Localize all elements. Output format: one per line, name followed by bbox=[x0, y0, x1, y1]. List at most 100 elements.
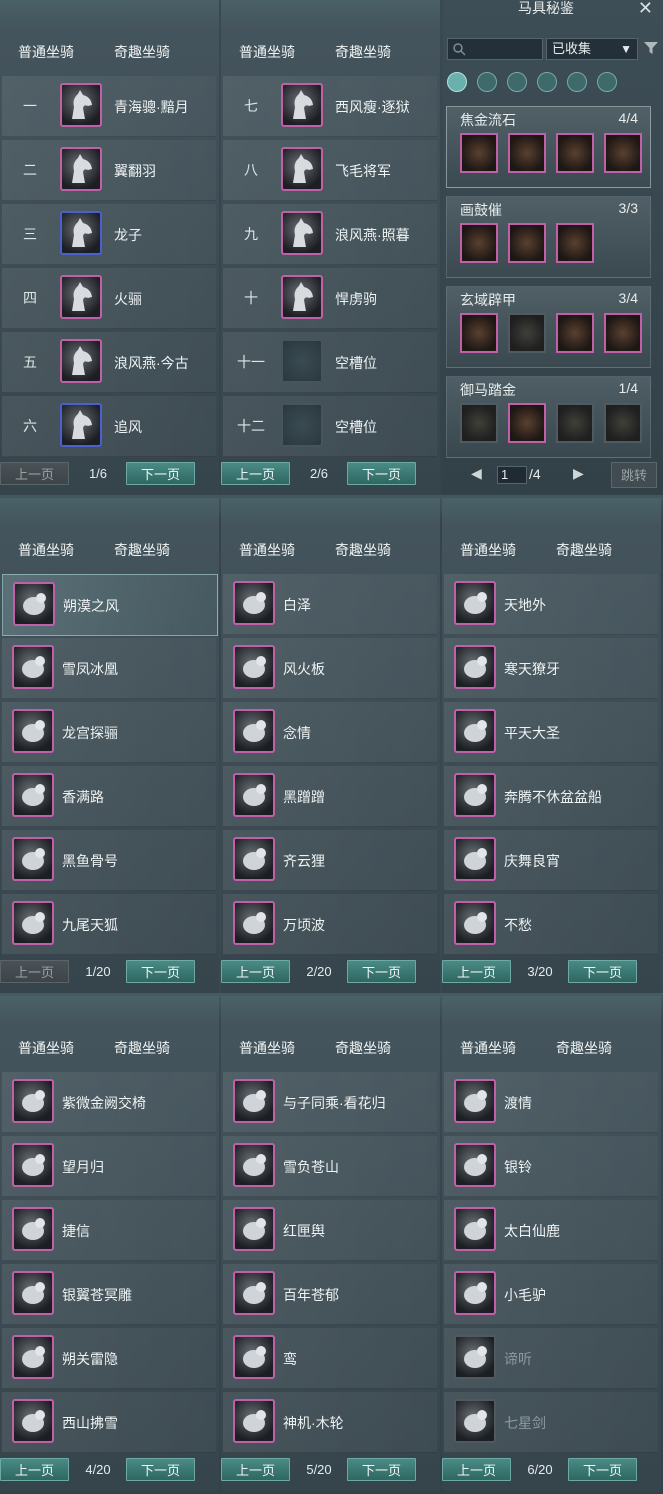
mount-row[interactable]: 白泽 bbox=[223, 574, 437, 635]
mount-row[interactable]: 九尾天狐 bbox=[2, 894, 216, 955]
tab-fun-mounts[interactable]: 奇趣坐骑 bbox=[556, 540, 612, 560]
mount-row[interactable]: 捷信 bbox=[2, 1200, 216, 1261]
mount-row[interactable]: 七 西风瘦·逐狱 bbox=[223, 76, 437, 137]
tab-normal-mounts[interactable]: 普通坐骑 bbox=[18, 540, 74, 560]
mount-row[interactable]: 黑鱼骨号 bbox=[2, 830, 216, 891]
next-page-button[interactable]: 下一页 bbox=[347, 462, 416, 485]
gear-piece-icon[interactable] bbox=[508, 223, 546, 263]
gear-piece-icon[interactable] bbox=[508, 403, 546, 443]
next-page-button[interactable]: 下一页 bbox=[568, 1458, 637, 1481]
tab-fun-mounts[interactable]: 奇趣坐骑 bbox=[114, 1038, 170, 1058]
mount-row[interactable]: 九 浪风燕·照暮 bbox=[223, 204, 437, 265]
tab-fun-mounts[interactable]: 奇趣坐骑 bbox=[335, 42, 391, 62]
tab-fun-mounts[interactable]: 奇趣坐骑 bbox=[114, 540, 170, 560]
tab-normal-mounts[interactable]: 普通坐骑 bbox=[460, 540, 516, 560]
next-page-button[interactable]: 下一页 bbox=[126, 462, 195, 485]
tab-normal-mounts[interactable]: 普通坐骑 bbox=[239, 1038, 295, 1058]
mount-row[interactable]: 太白仙鹿 bbox=[444, 1200, 658, 1261]
mount-row[interactable]: 风火板 bbox=[223, 638, 437, 699]
mount-row[interactable]: 渡情 bbox=[444, 1072, 658, 1133]
prev-page-button[interactable]: 上一页 bbox=[221, 960, 290, 983]
mount-row[interactable]: 庆舞良宵 bbox=[444, 830, 658, 891]
prev-page-button[interactable]: 上一页 bbox=[221, 462, 290, 485]
mount-row[interactable]: 齐云狸 bbox=[223, 830, 437, 891]
gear-set-card[interactable]: 焦金流石 4/4 bbox=[446, 106, 651, 188]
gear-piece-icon[interactable] bbox=[556, 133, 594, 173]
prev-page-button[interactable]: 上一页 bbox=[0, 462, 69, 485]
tab-fun-mounts[interactable]: 奇趣坐骑 bbox=[335, 540, 391, 560]
mount-row[interactable]: 十 悍虏驹 bbox=[223, 268, 437, 329]
mount-row[interactable]: 一 青海骢·黯月 bbox=[2, 76, 216, 137]
search-input[interactable] bbox=[447, 38, 543, 60]
mount-row[interactable]: 与子同乘·看花归 bbox=[223, 1072, 437, 1133]
mount-row[interactable]: 十一 空槽位 bbox=[223, 332, 437, 393]
mount-row[interactable]: 三 龙子 bbox=[2, 204, 216, 265]
tab-normal-mounts[interactable]: 普通坐骑 bbox=[18, 42, 74, 62]
gear-piece-icon[interactable] bbox=[604, 403, 642, 443]
next-page-button[interactable]: 下一页 bbox=[126, 960, 195, 983]
mount-row[interactable]: 西山拂雪 bbox=[2, 1392, 216, 1453]
mount-row[interactable]: 银翼苍冥雕 bbox=[2, 1264, 216, 1325]
gear-piece-icon[interactable] bbox=[460, 313, 498, 353]
gear-piece-icon[interactable] bbox=[556, 313, 594, 353]
gear-set-card[interactable]: 御马踏金 1/4 bbox=[446, 376, 651, 458]
mount-row[interactable]: 香满路 bbox=[2, 766, 216, 827]
mount-row[interactable]: 望月归 bbox=[2, 1136, 216, 1197]
tab-normal-mounts[interactable]: 普通坐骑 bbox=[460, 1038, 516, 1058]
mount-row[interactable]: 万顷波 bbox=[223, 894, 437, 955]
gear-piece-icon[interactable] bbox=[460, 223, 498, 263]
next-page-button[interactable]: 下一页 bbox=[347, 1458, 416, 1481]
prev-page-arrow[interactable]: ◀ bbox=[471, 465, 482, 482]
mount-row[interactable]: 平天大圣 bbox=[444, 702, 658, 763]
prev-page-button[interactable]: 上一页 bbox=[442, 1458, 511, 1481]
mount-row[interactable]: 红匣舆 bbox=[223, 1200, 437, 1261]
tab-normal-mounts[interactable]: 普通坐骑 bbox=[239, 42, 295, 62]
mount-row[interactable]: 朔漠之风 bbox=[2, 574, 218, 636]
mount-row[interactable]: 五 浪风燕·今古 bbox=[2, 332, 216, 393]
mount-row[interactable]: 八 飞毛将军 bbox=[223, 140, 437, 201]
armor-icon[interactable] bbox=[537, 72, 557, 92]
gear-piece-icon[interactable] bbox=[508, 133, 546, 173]
next-page-button[interactable]: 下一页 bbox=[126, 1458, 195, 1481]
tab-fun-mounts[interactable]: 奇趣坐骑 bbox=[556, 1038, 612, 1058]
tab-normal-mounts[interactable]: 普通坐骑 bbox=[18, 1038, 74, 1058]
mount-row[interactable]: 鸾 bbox=[223, 1328, 437, 1389]
mount-row[interactable]: 紫微金阙交椅 bbox=[2, 1072, 216, 1133]
gear-piece-icon[interactable] bbox=[460, 133, 498, 173]
next-page-button[interactable]: 下一页 bbox=[347, 960, 416, 983]
tab-fun-mounts[interactable]: 奇趣坐骑 bbox=[335, 1038, 391, 1058]
mount-row[interactable]: 龙宫探骊 bbox=[2, 702, 216, 763]
prev-page-button[interactable]: 上一页 bbox=[0, 960, 69, 983]
stirrup-icon[interactable] bbox=[597, 72, 617, 92]
mount-row[interactable]: 二 翼翻羽 bbox=[2, 140, 216, 201]
list-icon[interactable] bbox=[447, 72, 467, 92]
mount-row[interactable]: 奔腾不休盆盆船 bbox=[444, 766, 658, 827]
next-page-arrow[interactable]: ▶ bbox=[573, 465, 584, 482]
mount-row[interactable]: 百年苍郁 bbox=[223, 1264, 437, 1325]
gear-set-card[interactable]: 玄域辟甲 3/4 bbox=[446, 286, 651, 368]
mount-row[interactable]: 天地外 bbox=[444, 574, 658, 635]
mount-row[interactable]: 雪负苍山 bbox=[223, 1136, 437, 1197]
gear-piece-icon[interactable] bbox=[508, 313, 546, 353]
gear-piece-icon[interactable] bbox=[604, 313, 642, 353]
mount-row[interactable]: 雪凤冰凰 bbox=[2, 638, 216, 699]
prev-page-button[interactable]: 上一页 bbox=[442, 960, 511, 983]
gear-piece-icon[interactable] bbox=[556, 403, 594, 443]
mount-row[interactable]: 不愁 bbox=[444, 894, 658, 955]
horseshoe-icon[interactable] bbox=[567, 72, 587, 92]
mount-row[interactable]: 十二 空槽位 bbox=[223, 396, 437, 457]
mount-row[interactable]: 神机·木轮 bbox=[223, 1392, 437, 1453]
grid-icon[interactable] bbox=[477, 72, 497, 92]
funnel-icon[interactable] bbox=[643, 40, 659, 56]
next-page-button[interactable]: 下一页 bbox=[568, 960, 637, 983]
gear-piece-icon[interactable] bbox=[604, 133, 642, 173]
prev-page-button[interactable]: 上一页 bbox=[221, 1458, 290, 1481]
tab-normal-mounts[interactable]: 普通坐骑 bbox=[239, 540, 295, 560]
mount-row[interactable]: 六 追风 bbox=[2, 396, 216, 457]
mount-row[interactable]: 小毛驴 bbox=[444, 1264, 658, 1325]
tab-fun-mounts[interactable]: 奇趣坐骑 bbox=[114, 42, 170, 62]
mount-row[interactable]: 四 火骊 bbox=[2, 268, 216, 329]
prev-page-button[interactable]: 上一页 bbox=[0, 1458, 69, 1481]
mount-row[interactable]: 黑蹭蹭 bbox=[223, 766, 437, 827]
mount-row[interactable]: 念情 bbox=[223, 702, 437, 763]
